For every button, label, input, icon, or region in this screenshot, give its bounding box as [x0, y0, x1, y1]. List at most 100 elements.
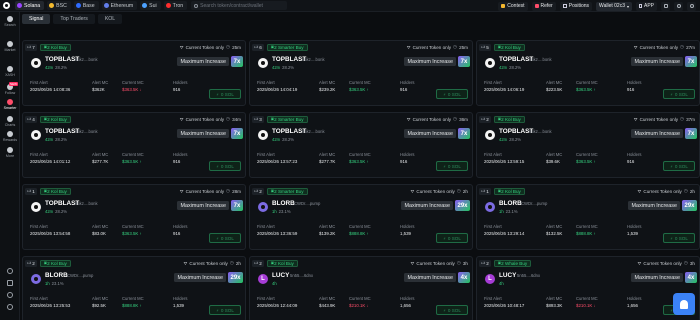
- signal-card[interactable]: 👍︎ 2 ▣ 2 Kol Buy ⛛ Current Token only ◷ 3h L LUC…: [249, 256, 473, 320]
- current-token-filter[interactable]: ⛛ Current Token only ◷ 28m: [180, 187, 241, 195]
- tab-kol[interactable]: KOL: [97, 14, 123, 24]
- signal-card[interactable]: 👍︎ 4 ▣ 2 Kol Buy ⛛ Current Token only ◷ 34m TOP…: [22, 112, 246, 178]
- current-mc-text: $363.5K: [122, 231, 139, 236]
- signal-card[interactable]: 👍︎ 5 ▣ 2 Kol Buy ⛛ Current Token only ◷ 27m TOP…: [476, 40, 700, 106]
- tab-signal[interactable]: Signal: [22, 14, 51, 24]
- chain-ethereum-button[interactable]: Ethereum: [101, 1, 138, 10]
- token-address[interactable]: 5n55....6dnx: [517, 273, 540, 278]
- settings-button[interactable]: [674, 1, 683, 11]
- signal-card[interactable]: 👍︎ 1 ▣ 2 Kol Buy ⛛ Current Token only ◷ 2h BLOR…: [476, 184, 700, 250]
- token-address[interactable]: 65kz....bonk: [75, 57, 98, 62]
- quick-buy-button[interactable]: ⚡︎0 SOL: [209, 161, 241, 171]
- current-token-filter[interactable]: ⛛ Current Token only ◷ 3h: [638, 259, 695, 267]
- token-address[interactable]: CWDr....pump: [294, 201, 320, 206]
- token-address[interactable]: 65kz....bonk: [529, 57, 552, 62]
- sidebar-item-market[interactable]: Market: [0, 41, 20, 52]
- current-token-filter[interactable]: ⛛ Current Token only ◷ 25m: [180, 43, 241, 51]
- chain-solana-button[interactable]: Solana: [15, 1, 45, 10]
- token-address[interactable]: CWDr....pump: [67, 273, 93, 278]
- token-address[interactable]: 5n55....6dnx: [290, 273, 313, 278]
- buy-signal-label: 2 Smarter Buy: [274, 188, 304, 194]
- current-token-filter[interactable]: ⛛ Current Token only ◷ 2h: [411, 187, 468, 195]
- search-input[interactable]: Search token/contract/wallet: [200, 3, 263, 9]
- current-mc-value: $888.8K ↑: [576, 231, 598, 236]
- alert-time: 37m: [686, 116, 695, 122]
- quick-buy-button[interactable]: ⚡︎0 SOL: [209, 233, 241, 243]
- current-token-filter[interactable]: ⛛ Current Token only ◷ 34m: [180, 115, 241, 123]
- current-token-filter[interactable]: ⛛ Current Token only ◷ 2h: [638, 187, 695, 195]
- chain-selector: Solana BSC Base Ethereum Sui Tron: [12, 1, 188, 10]
- signal-card[interactable]: 👍︎ 7 ▣ 2 Kol Buy ⛛ Current Token only ◷ 25m TOP…: [22, 40, 246, 106]
- notifications-button[interactable]: [661, 1, 670, 11]
- alert-mc-text: $277.7K: [92, 159, 109, 164]
- contest-button[interactable]: Contest: [498, 1, 528, 11]
- signal-card[interactable]: 👍︎ 2 ▣ 2 Kol Buy ⛛ Current Token only ◷ 37m TOP…: [476, 112, 700, 178]
- chain-bsc-button[interactable]: BSC: [47, 1, 71, 10]
- wallet-button[interactable]: Wallet 02c3 ▾: [596, 1, 632, 11]
- sidebar-item-smarter[interactable]: Smarter: [0, 99, 20, 110]
- arrow-up-icon: ↑: [592, 87, 596, 92]
- telegram-icon[interactable]: [7, 280, 13, 286]
- signal-card[interactable]: 👍︎ 6 ▣ 2 Smarter Buy ⛛ Current Token only ◷ 25…: [249, 40, 473, 106]
- chain-sui-button[interactable]: Sui: [140, 1, 161, 10]
- current-mc-label: Current MC: [576, 152, 598, 157]
- positions-button[interactable]: Positions: [559, 1, 593, 11]
- token-name[interactable]: LUCY: [499, 272, 516, 279]
- quick-buy-button[interactable]: ⚡︎0 SOL: [663, 233, 695, 243]
- sidebar-item-xash[interactable]: XASH: [0, 66, 20, 77]
- token-name[interactable]: LUCY: [272, 272, 289, 279]
- current-token-filter[interactable]: ⛛ Current Token only ◷ 36m: [407, 115, 468, 123]
- search-box[interactable]: Search token/contract/wallet: [191, 1, 288, 10]
- token-address[interactable]: 65kz....bonk: [75, 129, 98, 134]
- chain-tron-button[interactable]: Tron: [163, 1, 188, 10]
- twitter-icon[interactable]: [7, 292, 13, 298]
- current-token-filter[interactable]: ⛛ Current Token only ◷ 27m: [634, 43, 695, 51]
- token-name[interactable]: BLORB: [272, 200, 295, 207]
- quick-buy-button[interactable]: ⚡︎0 SOL: [209, 305, 241, 315]
- signal-card[interactable]: 👍︎ 2 ▣ 2 Smarter Buy ⛛ Current Token only ◷ 2h…: [249, 184, 473, 250]
- current-token-filter[interactable]: ⛛ Current Token only ◷ 25m: [407, 43, 468, 51]
- token-age: 42m: [45, 65, 54, 70]
- alert-mc-stat: Alert MC $39.6K: [546, 152, 562, 164]
- holder-percent: 23.1%: [505, 209, 518, 214]
- quick-buy-button[interactable]: ⚡︎0 SOL: [436, 305, 468, 315]
- thumbs-up-icon: 👍︎: [254, 116, 259, 121]
- quick-buy-button[interactable]: ⚡︎0 SOL: [436, 233, 468, 243]
- signal-card[interactable]: 👍︎ 2 ▣ 2 Kol Buy ⛛ Current Token only ◷ 2h BLOR…: [22, 256, 246, 320]
- alert-bell-button[interactable]: [673, 293, 695, 315]
- signal-card[interactable]: 👍︎ 2 ▣ 2 Whale Buy ⛛ Current Token only ◷ 3h L L…: [476, 256, 700, 320]
- quick-buy-button[interactable]: ⚡︎0 SOL: [209, 89, 241, 99]
- sidebar-item-rewards[interactable]: Rewards: [0, 131, 20, 142]
- sidebar-item-follow[interactable]: Follow NEW: [0, 82, 20, 95]
- token-name[interactable]: BLORB: [45, 272, 68, 279]
- signal-card[interactable]: 👍︎ 1 ▣ 2 Kol Buy ⛛ Current Token only ◷ 28m TOP…: [22, 184, 246, 250]
- token-name[interactable]: BLORB: [499, 200, 522, 207]
- quick-buy-button[interactable]: ⚡︎0 SOL: [663, 89, 695, 99]
- holder-percent: 28.2%: [55, 137, 68, 142]
- current-token-filter[interactable]: ⛛ Current Token only ◷ 3h: [411, 259, 468, 267]
- quick-buy-button[interactable]: ⚡︎0 SOL: [436, 89, 468, 99]
- current-token-filter[interactable]: ⛛ Current Token only ◷ 2h: [184, 259, 241, 267]
- app-button[interactable]: APP: [635, 1, 657, 11]
- tab-top-traders[interactable]: Top Traders: [53, 14, 95, 24]
- refer-button[interactable]: Refer: [531, 1, 556, 11]
- buy-signal-badge: ▣ 2 Kol Buy: [39, 187, 71, 195]
- sidebar-item-charts[interactable]: Charts: [0, 116, 20, 127]
- quick-buy-button[interactable]: ⚡︎0 SOL: [663, 161, 695, 171]
- chain-base-button[interactable]: Base: [73, 1, 99, 10]
- token-address[interactable]: 65kz....bonk: [302, 57, 325, 62]
- history-icon[interactable]: [7, 268, 13, 274]
- quick-buy-button[interactable]: ⚡︎0 SOL: [436, 161, 468, 171]
- sidebar-item-more[interactable]: More: [0, 147, 20, 158]
- sidebar-item-search[interactable]: Search: [0, 16, 20, 27]
- rank-badge: 👍︎ 2: [252, 259, 264, 267]
- current-token-filter[interactable]: ⛛ Current Token only ◷ 37m: [634, 115, 695, 123]
- token-address[interactable]: 65kz....bonk: [75, 201, 98, 206]
- discord-icon[interactable]: [7, 304, 13, 310]
- signal-card[interactable]: 👍︎ 3 ▣ 2 Smarter Buy ⛛ Current Token only ◷ 36…: [249, 112, 473, 178]
- token-address[interactable]: 65kz....bonk: [529, 129, 552, 134]
- token-address[interactable]: CWDr....pump: [521, 201, 547, 206]
- token-address[interactable]: 65kz....bonk: [302, 129, 325, 134]
- app-logo[interactable]: [0, 0, 12, 12]
- language-button[interactable]: [687, 1, 696, 11]
